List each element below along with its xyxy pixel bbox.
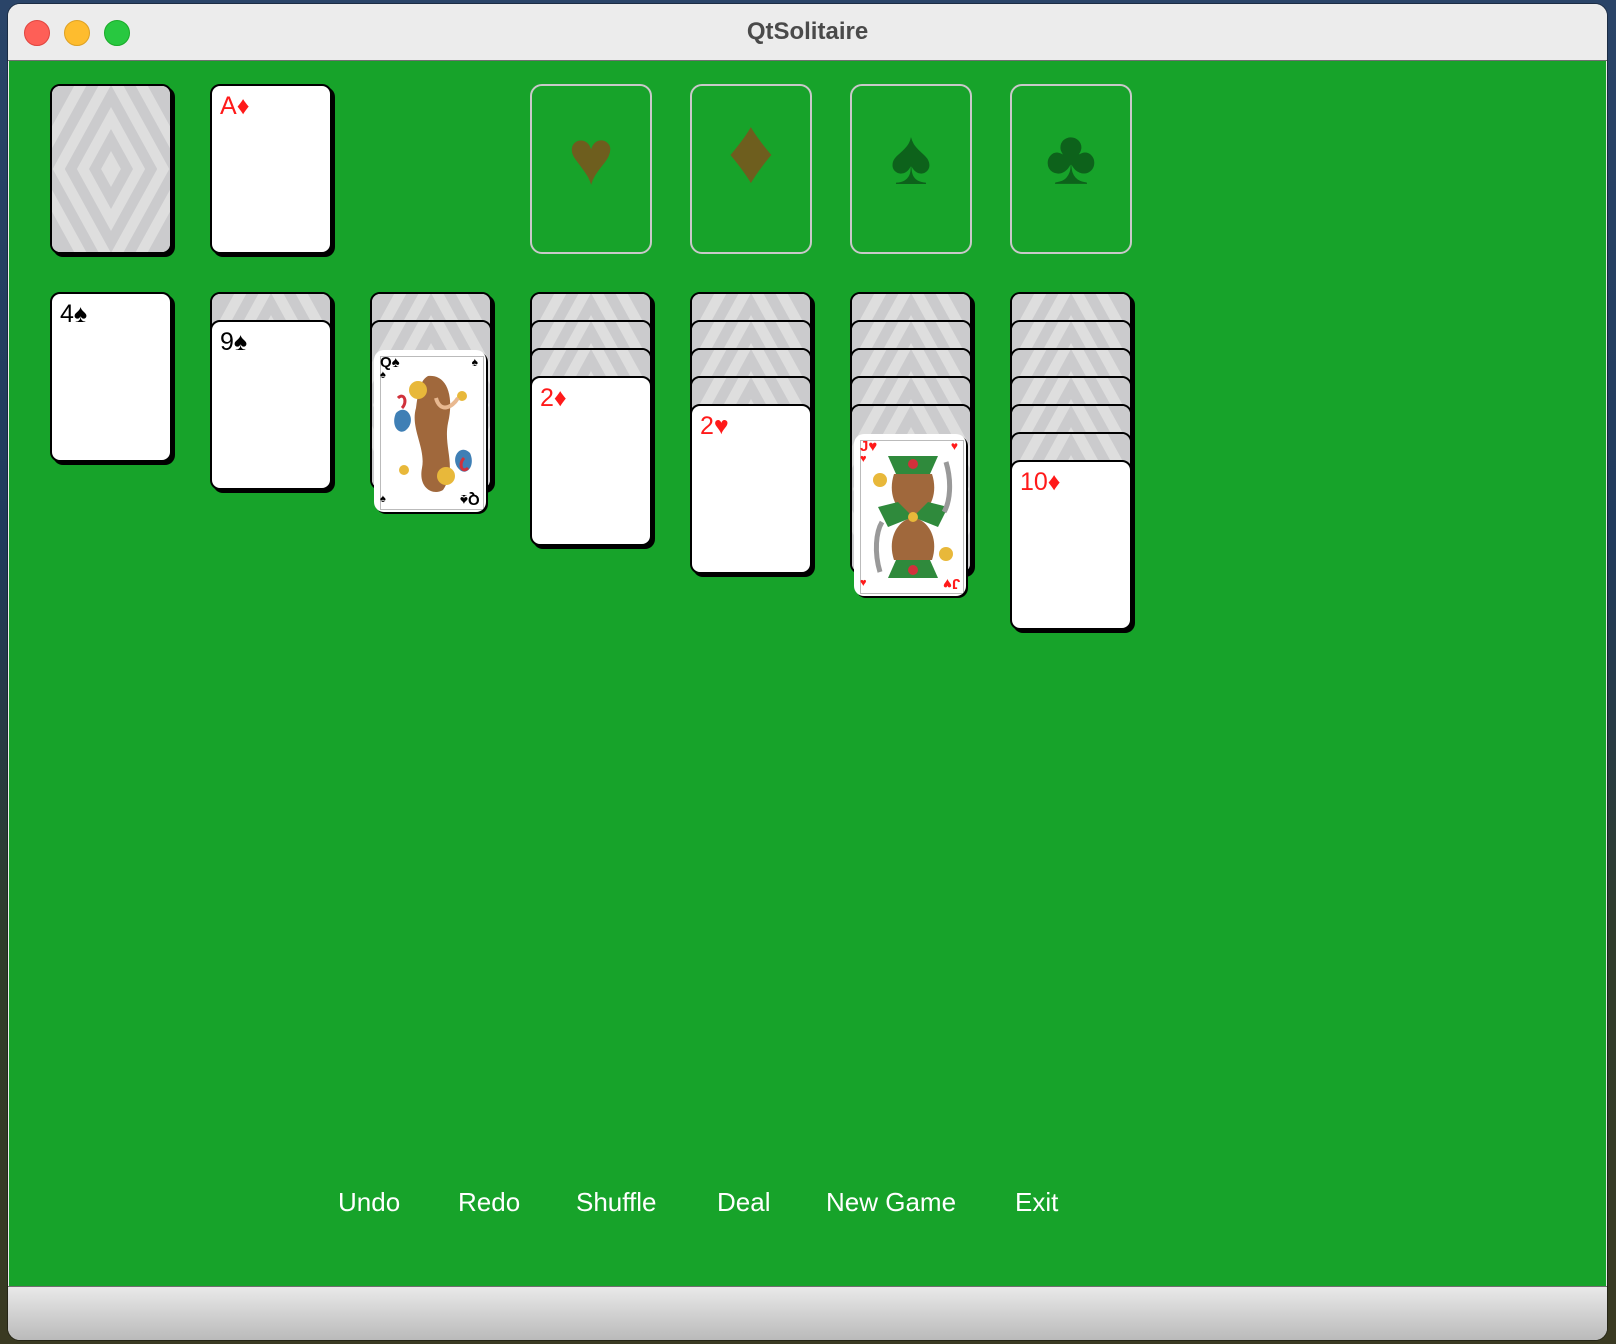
game-table: A♦ ♥ ♦ ♠ ♣ 4♠ 9♠ Q♠ ♠ ♠ Q♠ ♠ 2♦ 2♥ J♥ ♥ … [9, 61, 1606, 1286]
card-4-♠[interactable]: 4♠ [50, 292, 172, 462]
card-J-♥[interactable]: J♥ ♥ ♥ J♥ ♥ [854, 434, 966, 596]
card-2-♥[interactable]: 2♥ [690, 404, 812, 574]
heart-icon: ♥ [567, 113, 615, 201]
card-label: 4♠ [60, 300, 88, 328]
deal-button[interactable]: Deal [717, 1187, 770, 1218]
heart-icon: ♥ [860, 453, 867, 465]
bottom-bar [8, 1286, 1607, 1340]
card-9-♠[interactable]: 9♠ [210, 320, 332, 490]
spade-icon: ♠ [890, 113, 932, 201]
redo-button[interactable]: Redo [458, 1187, 520, 1218]
queen-portrait [394, 375, 472, 492]
exit-button[interactable]: Exit [1015, 1187, 1058, 1218]
diamond-icon: ♦ [727, 100, 775, 202]
app-window: QtSolitaire A♦ ♥ ♦ ♠ ♣ 4♠ 9♠ Q♠ ♠ ♠ Q♠ ♠… [8, 4, 1607, 1340]
jack-portrait [873, 456, 953, 578]
shuffle-button[interactable]: Shuffle [576, 1187, 656, 1218]
card-label: 10♦ [1020, 468, 1061, 496]
card-label: A♦ [220, 92, 250, 120]
stock-pile[interactable] [50, 84, 172, 254]
undo-button[interactable]: Undo [338, 1187, 400, 1218]
card-10-♦[interactable]: 10♦ [1010, 460, 1132, 630]
club-icon: ♣ [1045, 113, 1097, 201]
foundation-spades[interactable]: ♠ [850, 84, 972, 254]
card-Q-♠[interactable]: Q♠ ♠ ♠ Q♠ ♠ [374, 350, 486, 512]
title-bar: QtSolitaire [8, 4, 1607, 61]
new-game-button[interactable]: New Game [826, 1187, 956, 1218]
waste-pile[interactable]: A♦ [210, 84, 332, 254]
spade-icon: ♠ [380, 369, 386, 381]
card-label: 2♥ [700, 412, 729, 440]
foundation-clubs[interactable]: ♣ [1010, 84, 1132, 254]
card-2-♦[interactable]: 2♦ [530, 376, 652, 546]
foundation-diamonds[interactable]: ♦ [690, 84, 812, 254]
card-label: 2♦ [540, 384, 567, 412]
window-title: QtSolitaire [746, 18, 869, 45]
spade-icon: ♠ [380, 493, 386, 505]
foundation-hearts[interactable]: ♥ [530, 84, 652, 254]
card-back-pattern [52, 86, 170, 252]
heart-icon: ♥ [860, 577, 867, 589]
card-label: 9♠ [220, 328, 248, 356]
